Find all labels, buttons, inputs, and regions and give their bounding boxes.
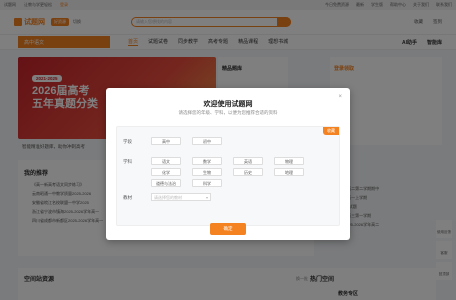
- textbook-select[interactable]: 请选择您的教材 ▾: [151, 193, 211, 201]
- subject-option[interactable]: 历史: [233, 168, 263, 176]
- subject-option[interactable]: 语文: [151, 157, 181, 165]
- modal-subtitle: 请选择您的年级、学科，以便为您推荐合适的资料: [178, 110, 278, 115]
- stage-option[interactable]: 高中: [151, 137, 181, 145]
- subject-option[interactable]: 道德与法治: [151, 179, 181, 187]
- subject-option[interactable]: 地理: [274, 168, 304, 176]
- chevron-down-icon: ▾: [205, 195, 208, 200]
- subject-option[interactable]: 生物: [192, 168, 222, 176]
- preference-modal: × 欢迎使用试题网 请选择您的年级、学科，以便为您推荐合适的资料 收藏 学段 高…: [106, 88, 350, 240]
- stage-row: 学段 高中 初中: [123, 137, 341, 145]
- textbook-label: 教材: [123, 195, 132, 200]
- stage-label: 学段: [123, 139, 132, 144]
- stage-option[interactable]: 初中: [192, 137, 222, 145]
- bookmark-badge[interactable]: 收藏: [323, 127, 339, 135]
- subject-option[interactable]: 科学: [192, 179, 222, 187]
- selection-panel: 收藏 学段 高中 初中 学科 语文 数学 英语 物理 化学 生物 历史 地理 道…: [116, 126, 340, 226]
- subject-row: 学科 语文 数学 英语 物理 化学 生物 历史 地理 道德与法治 科学: [123, 157, 341, 187]
- subject-option[interactable]: 英语: [233, 157, 263, 165]
- confirm-button[interactable]: 确定: [210, 223, 246, 235]
- subject-option[interactable]: 物理: [274, 157, 304, 165]
- subject-option[interactable]: 数学: [192, 157, 222, 165]
- subject-label: 学科: [123, 159, 132, 164]
- subject-option[interactable]: 化学: [151, 168, 181, 176]
- modal-title: 欢迎使用试题网: [203, 101, 253, 108]
- textbook-row: 教材 请选择您的教材 ▾: [123, 193, 211, 201]
